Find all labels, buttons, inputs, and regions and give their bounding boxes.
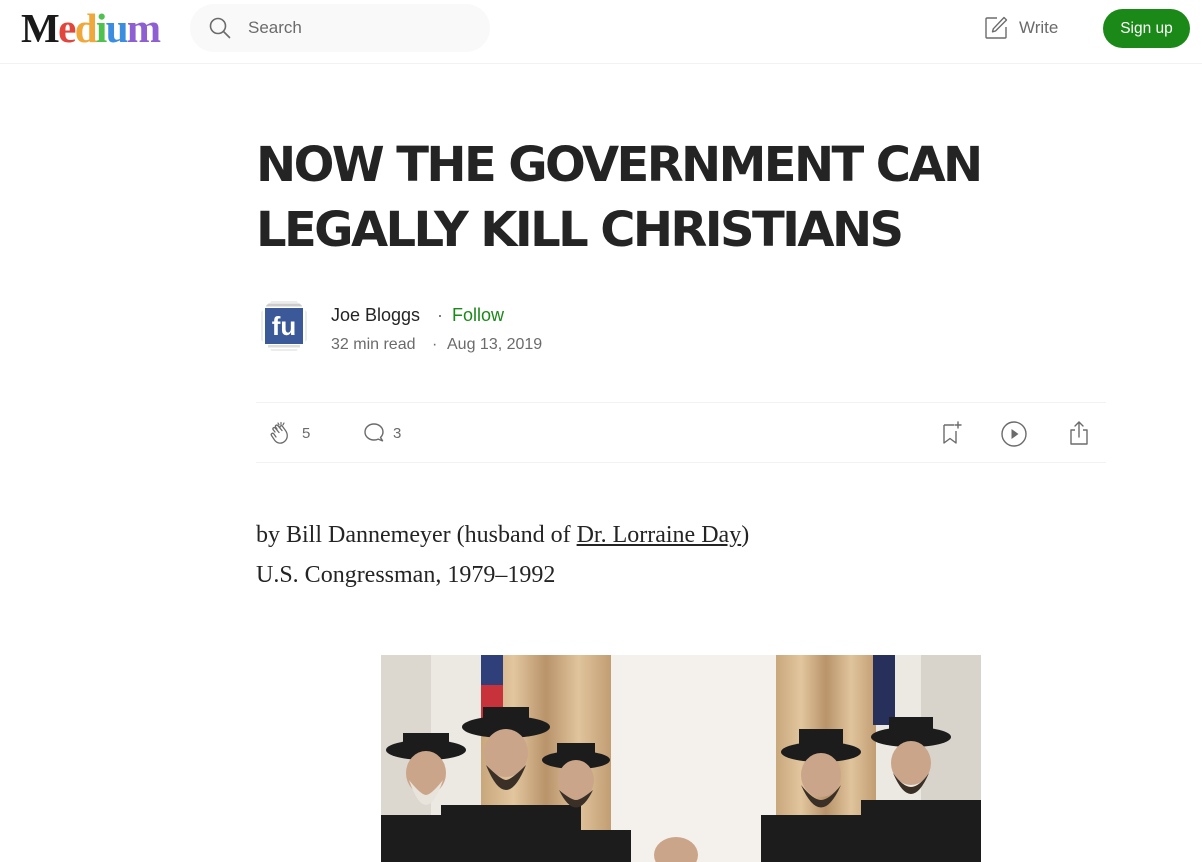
- medium-logo[interactable]: Medium: [21, 6, 161, 50]
- search-icon: [209, 17, 231, 39]
- write-icon: [985, 16, 1008, 39]
- bookmark-icon: [943, 421, 962, 444]
- search-box[interactable]: Search: [190, 4, 490, 52]
- signup-button[interactable]: Sign up: [1103, 9, 1190, 48]
- separator-dot: ·: [432, 336, 438, 353]
- write-label: Write: [1019, 18, 1059, 37]
- top-navigation: Medium Search Write Sign up: [0, 0, 1202, 64]
- author-avatar[interactable]: fu: [258, 298, 310, 354]
- response-icon: [364, 423, 384, 442]
- listen-button[interactable]: [1000, 420, 1028, 448]
- avatar-text: fu: [272, 311, 297, 341]
- article-title: NOW THE GOVERNMENT CAN LEGALLY KILL CHRI…: [256, 133, 1116, 263]
- byline-paragraph: by Bill Dannemeyer (husband of Dr. Lorra…: [256, 519, 749, 551]
- author-name[interactable]: Joe Bloggs: [331, 305, 420, 326]
- article-photo[interactable]: [381, 655, 981, 862]
- title-line-2: LEGALLY KILL CHRISTIANS: [256, 202, 904, 258]
- share-button[interactable]: [1067, 420, 1091, 446]
- follow-button[interactable]: Follow: [452, 305, 504, 326]
- save-button[interactable]: [940, 420, 964, 446]
- clap-button[interactable]: 5: [268, 420, 310, 446]
- publish-date: Aug 13, 2019: [447, 336, 543, 353]
- share-icon: [1070, 421, 1088, 445]
- article-action-bar: 5 3: [256, 402, 1106, 463]
- byline-prefix: by Bill Dannemeyer (husband of: [256, 522, 577, 548]
- title-line-1: NOW THE GOVERNMENT CAN: [256, 137, 983, 193]
- play-icon: [1001, 421, 1027, 447]
- clap-icon: [270, 421, 288, 444]
- separator-dot: ·: [437, 305, 443, 325]
- byline-suffix: ): [741, 522, 750, 548]
- response-count: 3: [393, 424, 402, 442]
- write-button[interactable]: Write: [983, 14, 1058, 42]
- read-time: 32 min read: [331, 336, 416, 353]
- lorraine-day-link[interactable]: Dr. Lorraine Day: [577, 522, 742, 548]
- clap-count: 5: [302, 424, 311, 442]
- congressman-paragraph: U.S. Congressman, 1979–1992: [256, 562, 556, 588]
- responses-button[interactable]: 3: [362, 421, 401, 445]
- search-placeholder[interactable]: Search: [248, 18, 302, 38]
